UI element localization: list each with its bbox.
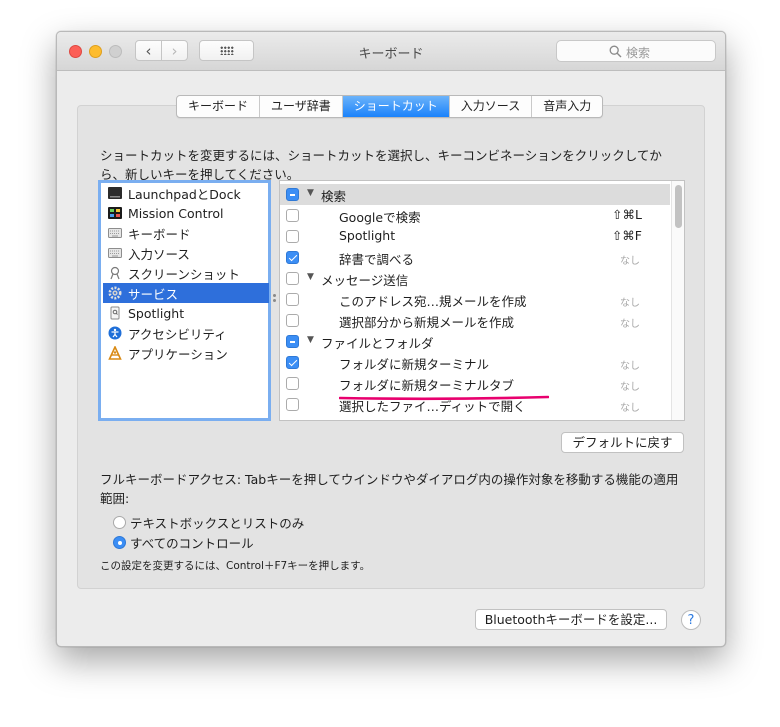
- gear-icon: [108, 286, 122, 300]
- category-label: キーボード: [128, 226, 191, 242]
- category-list: LaunchpadとDock Mission Control キーボード 入力ソ…: [98, 180, 271, 421]
- category-label: スクリーンショット: [128, 266, 240, 282]
- group-row-search[interactable]: ▼ 検索: [280, 184, 670, 205]
- checkbox[interactable]: [286, 335, 299, 348]
- shortcut-keys[interactable]: なし: [620, 252, 640, 267]
- full-keyboard-access-label: フルキーボードアクセス: Tabキーを押してウインドウやダイアログ内の操作対象を…: [100, 472, 679, 506]
- split-view-handle[interactable]: [273, 294, 277, 304]
- shortcut-keys[interactable]: なし: [620, 399, 640, 414]
- service-name: フォルダに新規ターミナルタブ: [339, 378, 515, 393]
- radio-all-controls[interactable]: すべてのコントロール: [113, 533, 254, 552]
- category-item-input-sources[interactable]: 入力ソース: [103, 243, 269, 263]
- accessibility-icon: [108, 326, 122, 340]
- tab-dictation[interactable]: 音声入力: [532, 96, 602, 117]
- preferences-window: ‹ › キーボード 検索 キーボード ユーザ辞書 ショートカット 入力ソース 音…: [56, 31, 726, 647]
- tab-input-sources[interactable]: 入力ソース: [450, 96, 533, 117]
- launchpad-icon: [108, 186, 122, 200]
- shortcut-keys[interactable]: ⇧⌘F: [612, 228, 642, 243]
- group-row-messaging[interactable]: ▼ メッセージ送信: [280, 268, 670, 289]
- radio-button[interactable]: [113, 516, 126, 529]
- shortcut-row[interactable]: Googleで検索 ⇧⌘L: [280, 205, 670, 226]
- search-placeholder: 検索: [626, 46, 651, 60]
- shortcut-keys[interactable]: ⇧⌘L: [612, 207, 642, 222]
- checkbox[interactable]: [286, 377, 299, 390]
- shortcut-keys[interactable]: なし: [620, 378, 640, 393]
- category-item-keyboard[interactable]: キーボード: [103, 223, 269, 243]
- shortcut-instructions: ショートカットを変更するには、ショートカットを選択し、キーコンビネーションをクリ…: [100, 148, 662, 182]
- spotlight-icon: [108, 306, 122, 320]
- checkbox[interactable]: [286, 251, 299, 264]
- service-name: Googleで検索: [339, 210, 421, 225]
- radio-text-boxes-lists[interactable]: テキストボックスとリストのみ: [113, 513, 304, 532]
- checkbox[interactable]: [286, 209, 299, 222]
- category-item-spotlight[interactable]: Spotlight: [103, 303, 269, 323]
- category-label: Mission Control: [128, 205, 224, 221]
- checkbox[interactable]: [286, 230, 299, 243]
- radio-label: テキストボックスとリストのみ: [130, 516, 305, 531]
- shortcut-row[interactable]: 選択部分から新規メールを作成 なし: [280, 310, 670, 331]
- title-bar: ‹ › キーボード 検索: [57, 32, 725, 71]
- search-icon: [609, 45, 622, 58]
- category-label: 入力ソース: [128, 246, 190, 262]
- shortcut-row[interactable]: フォルダに新規ターミナルタブ なし: [280, 373, 670, 394]
- category-item-applications[interactable]: アプリケーション: [103, 343, 269, 363]
- shortcut-row[interactable]: このアドレス宛…規メールを作成 なし: [280, 289, 670, 310]
- keyboard-icon: [108, 246, 122, 260]
- radio-button[interactable]: [113, 536, 126, 549]
- category-label: アクセシビリティ: [128, 326, 227, 342]
- service-name: 辞書で調べる: [339, 252, 415, 267]
- checkbox[interactable]: [286, 314, 299, 327]
- tab-shortcuts[interactable]: ショートカット: [342, 96, 450, 117]
- category-label: アプリケーション: [128, 346, 228, 362]
- service-name: Spotlight: [339, 228, 396, 243]
- checkbox[interactable]: [286, 293, 299, 306]
- group-label: 検索: [321, 189, 347, 204]
- group-label: ファイルとフォルダ: [321, 336, 434, 351]
- setup-bluetooth-keyboard-button[interactable]: Bluetoothキーボードを設定...: [475, 609, 667, 630]
- scrollbar-thumb[interactable]: [675, 185, 682, 228]
- tab-user-dictionary[interactable]: ユーザ辞書: [260, 96, 343, 117]
- disclosure-triangle-icon[interactable]: ▼: [307, 335, 314, 345]
- category-item-services[interactable]: サービス: [103, 283, 269, 303]
- screenshot-icon: [108, 266, 122, 280]
- shortcut-row[interactable]: Spotlight ⇧⌘F: [280, 226, 670, 247]
- restore-defaults-button[interactable]: デフォルトに戻す: [561, 432, 684, 453]
- disclosure-triangle-icon[interactable]: ▼: [307, 188, 314, 198]
- tab-bar: キーボード ユーザ辞書 ショートカット 入力ソース 音声入力: [176, 95, 604, 118]
- category-item-accessibility[interactable]: アクセシビリティ: [103, 323, 269, 343]
- shortcut-row[interactable]: 辞書で調べる なし: [280, 247, 670, 268]
- service-name: フォルダに新規ターミナル: [339, 357, 490, 372]
- checkbox[interactable]: [286, 398, 299, 411]
- help-button[interactable]: ?: [681, 610, 701, 630]
- shortcut-row[interactable]: フォルダに新規ターミナル なし: [280, 352, 670, 373]
- category-label: Spotlight: [128, 305, 185, 321]
- service-name: このアドレス宛…規メールを作成: [339, 294, 527, 309]
- category-item-mission-control[interactable]: Mission Control: [103, 203, 269, 223]
- tab-keyboard[interactable]: キーボード: [177, 96, 261, 117]
- shortcut-keys[interactable]: なし: [620, 294, 640, 309]
- disclosure-triangle-icon[interactable]: ▼: [307, 272, 314, 282]
- keyboard-icon: [108, 226, 122, 240]
- shortcut-keys[interactable]: なし: [620, 315, 640, 330]
- shortcuts-table: ▼ 検索 Googleで検索 ⇧⌘L Spotlight ⇧⌘F 辞書で調べる …: [279, 180, 685, 421]
- checkbox[interactable]: [286, 188, 299, 201]
- checkbox[interactable]: [286, 356, 299, 369]
- category-item-screenshot[interactable]: スクリーンショット: [103, 263, 269, 283]
- search-field[interactable]: 検索: [556, 40, 716, 62]
- shortcut-keys[interactable]: なし: [620, 357, 640, 372]
- vertical-scrollbar[interactable]: [671, 181, 684, 420]
- mission-control-icon: [108, 206, 122, 220]
- control-f7-note: この設定を変更するには、Control＋F7キーを押します。: [100, 560, 371, 572]
- radio-label: すべてのコントロール: [130, 536, 254, 551]
- app-store-icon: [108, 346, 122, 360]
- highlight-underline: [339, 395, 549, 401]
- checkbox[interactable]: [286, 272, 299, 285]
- category-label: サービス: [128, 286, 179, 302]
- service-name: 選択部分から新規メールを作成: [339, 315, 515, 330]
- category-item-launchpad[interactable]: LaunchpadとDock: [103, 183, 269, 203]
- group-label: メッセージ送信: [321, 273, 409, 288]
- category-label: LaunchpadとDock: [128, 186, 241, 202]
- group-row-files-folders[interactable]: ▼ ファイルとフォルダ: [280, 331, 670, 352]
